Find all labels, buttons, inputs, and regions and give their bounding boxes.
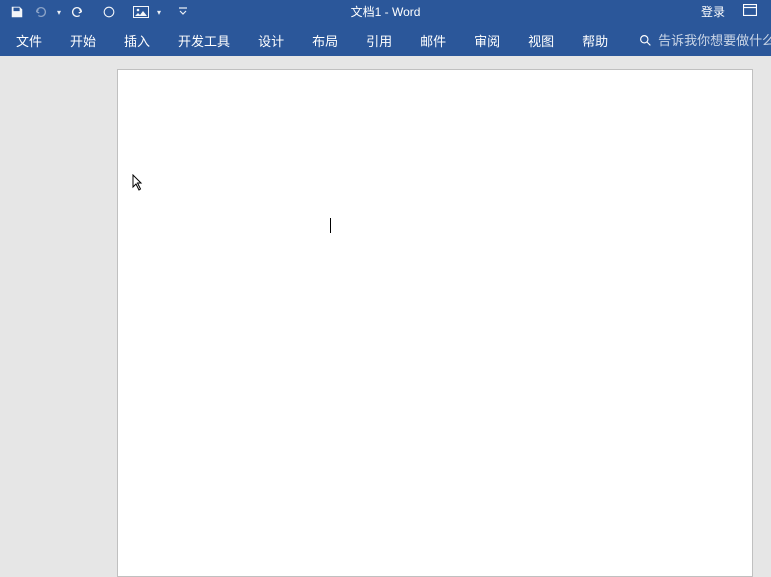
tab-insert[interactable]: 插入 — [114, 25, 160, 56]
tab-help[interactable]: 帮助 — [572, 25, 618, 56]
text-caret — [330, 218, 331, 233]
search-icon — [638, 33, 652, 47]
title-bar: ▾ ▾ 文档1 - Word 登录 — [0, 0, 771, 24]
ribbon-tabs: 文件 开始 插入 开发工具 设计 布局 引用 邮件 审阅 视图 帮助 — [0, 24, 771, 56]
touch-mode-button[interactable] — [98, 2, 120, 22]
title-right-controls: 登录 — [701, 3, 771, 20]
tab-view[interactable]: 视图 — [518, 25, 564, 56]
tab-review[interactable]: 审阅 — [464, 25, 510, 56]
tell-me-search[interactable] — [638, 33, 771, 48]
quick-access-toolbar: ▾ ▾ — [0, 2, 192, 22]
app-name: Word — [392, 5, 420, 19]
ribbon-display-options-button[interactable] — [743, 4, 757, 19]
save-button[interactable] — [6, 2, 28, 22]
tab-layout[interactable]: 布局 — [302, 25, 348, 56]
image-placeholder-button[interactable] — [130, 2, 152, 22]
tab-developer[interactable]: 开发工具 — [168, 25, 240, 56]
tab-home[interactable]: 开始 — [60, 25, 106, 56]
undo-button[interactable] — [30, 2, 52, 22]
search-input[interactable] — [658, 33, 771, 48]
document-name: 文档1 — [351, 5, 382, 19]
document-workspace — [0, 56, 771, 577]
tab-mailings[interactable]: 邮件 — [410, 25, 456, 56]
undo-dropdown[interactable]: ▾ — [54, 2, 64, 22]
tab-design[interactable]: 设计 — [248, 25, 294, 56]
tab-file[interactable]: 文件 — [6, 25, 52, 56]
tab-references[interactable]: 引用 — [356, 25, 402, 56]
login-button[interactable]: 登录 — [701, 3, 725, 20]
image-dropdown[interactable]: ▾ — [154, 2, 164, 22]
qat-customize-dropdown[interactable] — [174, 2, 192, 22]
redo-button[interactable] — [66, 2, 88, 22]
document-page[interactable] — [117, 69, 753, 577]
